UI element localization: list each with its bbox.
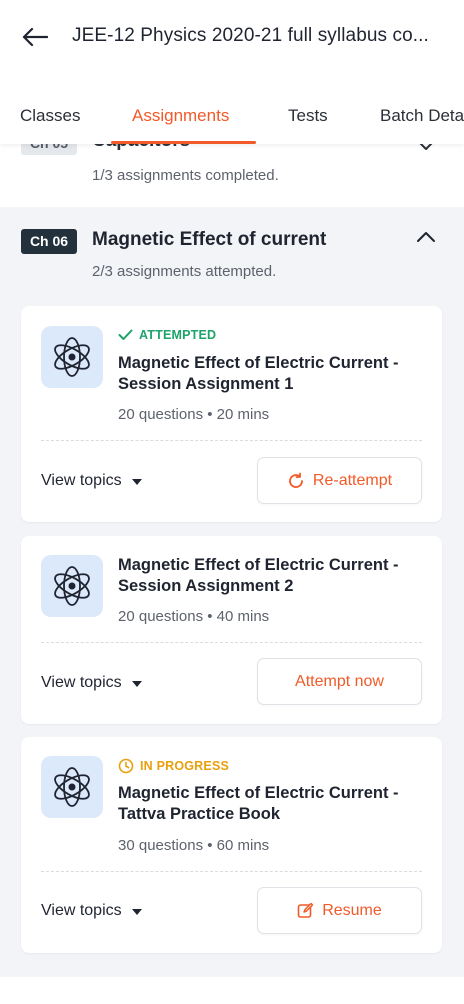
status-badge: IN PROGRESS [118,758,229,774]
assignment-title: Magnetic Effect of Electric Current - Se… [118,354,399,393]
assignment-card[interactable]: Magnetic Effect of Electric Current - Se… [21,536,442,724]
arrow-left-icon [22,27,48,47]
tab-assignments[interactable]: Assignments [132,106,229,126]
view-topics-toggle[interactable]: View topics [41,674,142,692]
app-header: JEE-12 Physics 2020-21 full syllabus co.… [0,0,464,76]
page-title: JEE-12 Physics 2020-21 full syllabus co.… [72,25,429,46]
resume-button[interactable]: Resume [257,887,422,934]
assignment-card[interactable]: IN PROGRESS Magnetic Effect of Electric … [21,737,442,953]
caret-down-icon [131,681,142,687]
refresh-icon [289,472,303,488]
button-label: Attempt now [295,672,384,690]
chapter-badge: Ch 05 [21,144,77,155]
view-topics-label: View topics [41,472,122,489]
chevron-up-icon[interactable] [416,231,436,243]
status-label: IN PROGRESS [140,759,230,773]
check-icon [118,329,133,340]
active-tab-indicator [111,141,256,144]
tab-tests[interactable]: Tests [288,106,328,126]
tab-classes[interactable]: Classes [20,106,80,126]
re-attempt-button[interactable]: Re-attempt [257,457,422,504]
assignment-title: Magnetic Effect of Electric Current - Ta… [118,784,399,823]
assignment-title: Magnetic Effect of Electric Current - Se… [118,556,399,595]
chapter-title: Magnetic Effect of current [92,229,327,250]
assignment-meta: 20 questions • 20 mins [118,406,270,423]
view-topics-label: View topics [41,902,122,919]
chapter-progress-text: 1/3 assignments completed. [92,167,279,184]
edit-icon [297,902,314,918]
view-topics-toggle[interactable]: View topics [41,472,142,490]
card-divider [41,871,422,872]
back-button[interactable] [18,22,52,52]
tab-batch-details[interactable]: Batch Deta [380,106,464,126]
chevron-down-icon[interactable] [418,144,434,151]
view-topics-label: View topics [41,674,122,691]
caret-down-icon [131,909,142,915]
atom-icon [41,756,103,818]
chapter-title: Capacitors [92,144,190,152]
view-topics-toggle[interactable]: View topics [41,902,142,920]
assignment-meta: 30 questions • 60 mins [118,837,270,854]
button-label: Resume [322,901,382,919]
tab-bar: Classes Assignments Tests Batch Deta [0,96,464,144]
atom-icon [41,326,103,388]
button-label: Re-attempt [312,471,393,489]
chapter-section-05[interactable]: Ch 05 Capacitors 1/3 assignments complet… [0,144,464,206]
atom-icon [41,555,103,617]
chapter-section-06: Ch 06 Magnetic Effect of current 2/3 ass… [0,207,464,977]
card-divider [41,440,422,441]
chapter-badge: Ch 06 [21,229,77,254]
status-badge: ATTEMPTED [118,328,216,342]
attempt-now-button[interactable]: Attempt now [257,658,422,705]
status-label: ATTEMPTED [139,328,217,342]
clock-icon [118,758,134,774]
chapter-progress-text: 2/3 assignments attempted. [92,263,277,280]
assignment-meta: 20 questions • 40 mins [118,608,270,625]
caret-down-icon [131,479,142,485]
assignment-card[interactable]: ATTEMPTED Magnetic Effect of Electric Cu… [21,306,442,522]
card-divider [41,642,422,643]
